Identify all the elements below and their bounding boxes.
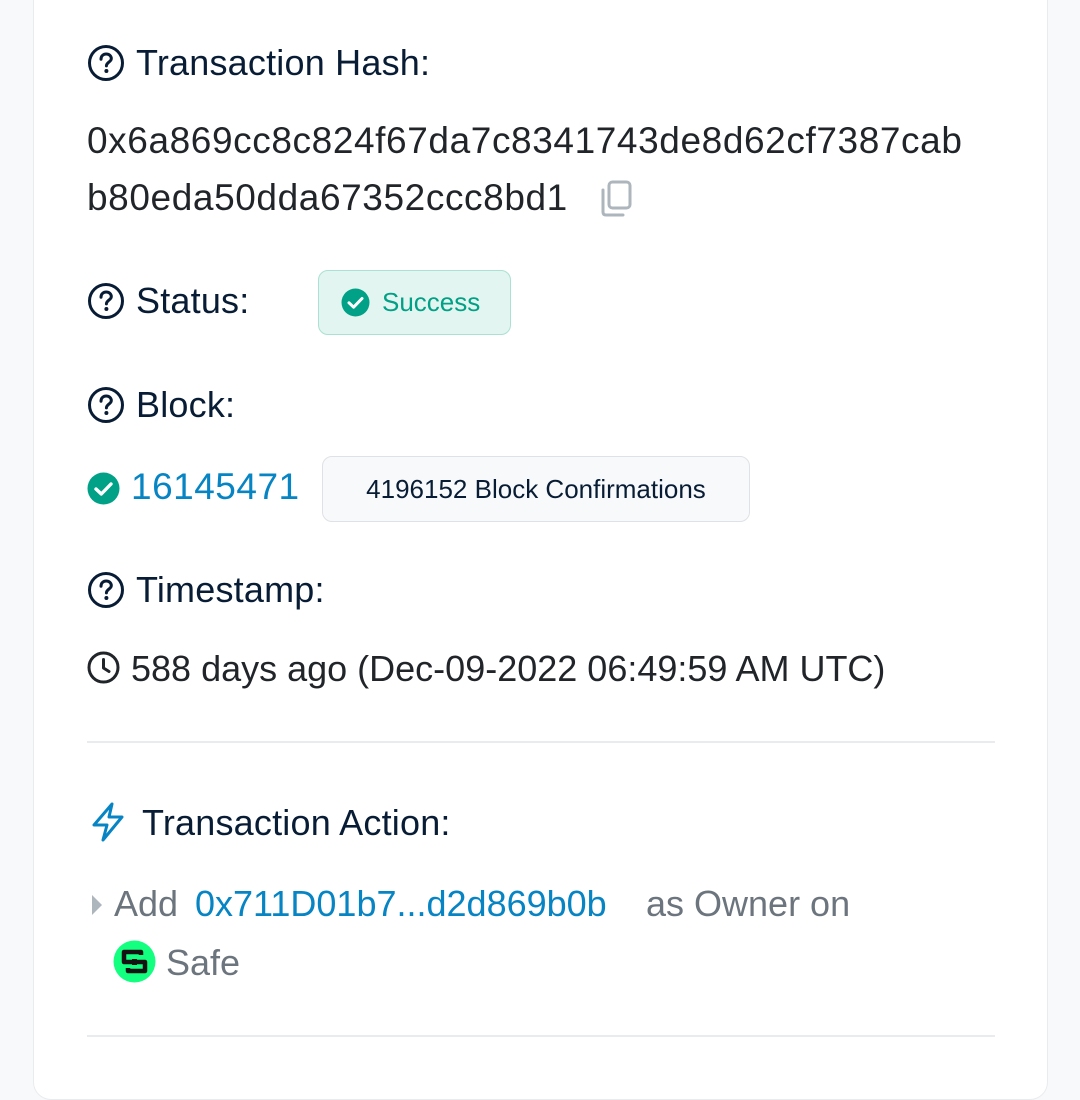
tx-action-verb: Add (114, 883, 179, 924)
check-circle-icon (87, 472, 120, 505)
lightning-icon (92, 802, 124, 842)
tx-action-label: Transaction Action: (142, 802, 451, 843)
copy-icon[interactable] (598, 180, 634, 218)
question-circle-icon[interactable] (87, 44, 125, 82)
block-confirmations-text: 4196152 Block Confirmations (366, 473, 706, 504)
status-label: Status: (136, 280, 250, 321)
question-circle-icon[interactable] (87, 571, 125, 609)
status-badge: Success (318, 270, 511, 335)
block-confirmations-badge: 4196152 Block Confirmations (322, 456, 750, 522)
caret-right-icon[interactable] (90, 893, 104, 917)
tx-hash-label: Transaction Hash: (136, 42, 431, 83)
block-number-link[interactable]: 16145471 (131, 466, 300, 508)
timestamp-value: 588 days ago (Dec-09-2022 06:49:59 AM UT… (131, 648, 886, 689)
question-circle-icon[interactable] (87, 386, 125, 424)
tx-action-middle: as Owner on (646, 883, 851, 924)
owner-address-link[interactable]: 0x711D01b7...d2d869b0b (195, 883, 607, 925)
safe-link[interactable]: Safe (166, 942, 240, 984)
tx-hash-value-line2: b80eda50dda67352ccc8bd1 (87, 177, 568, 218)
check-circle-icon (341, 288, 370, 317)
block-label: Block: (136, 384, 236, 425)
transaction-details-card (33, 0, 1048, 1100)
tx-hash-value-line1: 0x6a869cc8c824f67da7c8341743de8d62cf7387… (87, 120, 963, 161)
clock-icon (87, 651, 120, 684)
timestamp-label: Timestamp: (136, 569, 325, 610)
safe-logo (113, 940, 156, 983)
status-text: Success (382, 287, 481, 317)
question-circle-icon[interactable] (87, 282, 125, 320)
section-divider (87, 1035, 995, 1037)
section-divider (87, 741, 995, 743)
